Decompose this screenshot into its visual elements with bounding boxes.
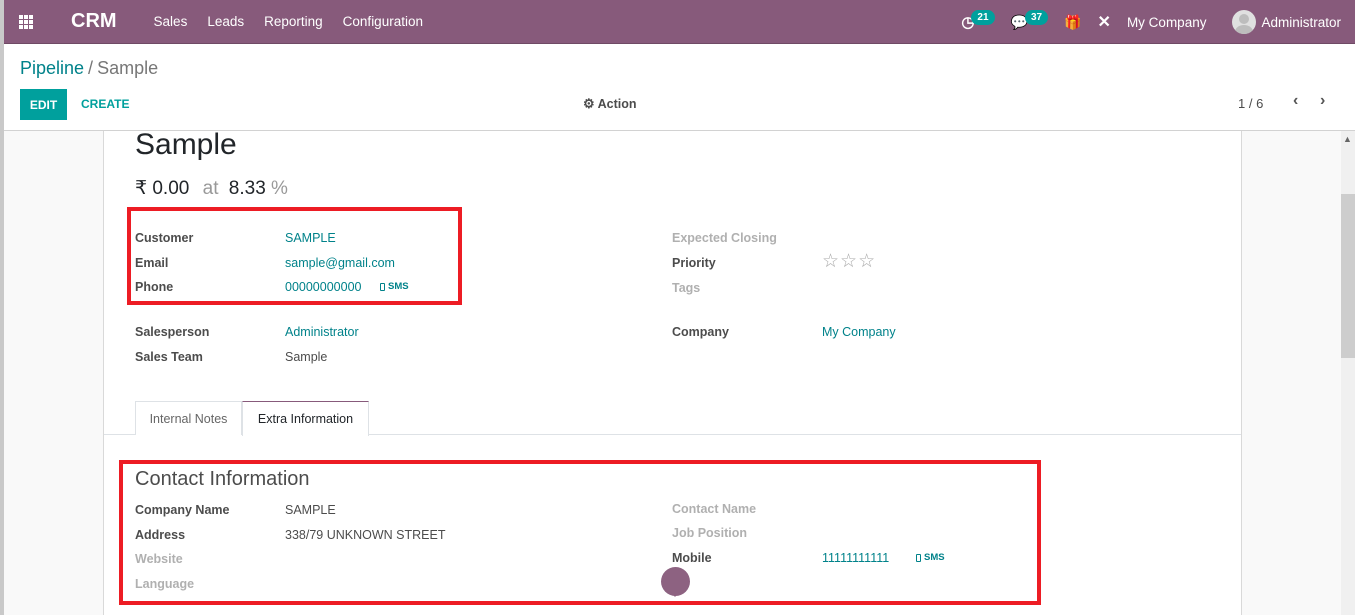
- tab-internal-notes[interactable]: Internal Notes: [135, 401, 242, 435]
- messages-button[interactable]: 💬 37: [1011, 9, 1049, 31]
- gift-button[interactable]: 🎁: [1064, 14, 1081, 31]
- priority-label: Priority: [672, 256, 716, 270]
- menu-leads[interactable]: Leads: [207, 14, 244, 29]
- sales-team-label: Sales Team: [135, 350, 203, 364]
- menu-configuration[interactable]: Configuration: [343, 14, 423, 29]
- highlight-box-customer: [127, 207, 462, 305]
- at-label: at: [202, 178, 219, 199]
- pager-value[interactable]: 1 / 6: [1238, 96, 1263, 111]
- action-label: Action: [597, 97, 637, 111]
- star-icon-1[interactable]: ☆: [822, 251, 840, 272]
- user-menu[interactable]: Administrator: [1232, 10, 1341, 34]
- activities-button[interactable]: ◷ 21: [961, 9, 995, 31]
- highlight-box-contact: [119, 460, 1041, 605]
- create-button[interactable]: CREATE: [81, 97, 129, 111]
- gift-icon: 🎁: [1064, 13, 1082, 30]
- breadcrumb-current: Sample: [97, 58, 159, 78]
- sales-team-value: Sample: [285, 350, 328, 364]
- breadcrumb: Pipeline / Sample: [20, 58, 158, 79]
- breadcrumb-separator: /: [88, 58, 94, 78]
- pager-next-button[interactable]: ›: [1320, 92, 1325, 110]
- action-dropdown[interactable]: ⚙ Action: [583, 96, 637, 112]
- cursor-marker: [661, 567, 690, 597]
- menu-sales[interactable]: Sales: [154, 14, 188, 29]
- salesperson-label: Salesperson: [135, 325, 210, 339]
- app-brand[interactable]: CRM: [71, 10, 117, 33]
- salesperson-link[interactable]: Administrator: [285, 325, 359, 339]
- gear-icon: ⚙: [583, 96, 595, 111]
- scrollbar-thumb[interactable]: [1341, 194, 1355, 358]
- tags-label: Tags: [672, 281, 701, 295]
- expected-revenue: ₹ 0.00: [135, 178, 190, 199]
- edit-button[interactable]: EDIT: [20, 89, 67, 120]
- top-navbar: CRM Sales Leads Reporting Configuration …: [4, 0, 1355, 44]
- control-panel: Pipeline / Sample EDIT CREATE ⚙ Action 1 /…: [4, 44, 1355, 131]
- company-link[interactable]: My Company: [822, 325, 896, 339]
- probability-value: 8.33: [228, 178, 266, 199]
- pager-previous-button[interactable]: ‹: [1293, 92, 1298, 110]
- vertical-scrollbar[interactable]: ▲: [1341, 131, 1355, 615]
- expected-closing-label: Expected Closing: [672, 231, 777, 245]
- company-switcher[interactable]: My Company: [1127, 15, 1207, 30]
- star-icon-2[interactable]: ☆: [840, 251, 858, 272]
- priority-stars: ☆☆☆: [822, 250, 876, 273]
- record-title: Sample: [135, 128, 237, 161]
- debug-tools-button[interactable]: ✕: [1098, 12, 1111, 32]
- message-count-badge: 37: [1024, 9, 1049, 25]
- user-name: Administrator: [1261, 14, 1341, 30]
- breadcrumb-pipeline[interactable]: Pipeline: [20, 58, 84, 78]
- menu-reporting[interactable]: Reporting: [264, 14, 323, 29]
- apps-menu-icon[interactable]: [19, 14, 35, 29]
- activity-count-badge: 21: [971, 9, 995, 25]
- tab-extra-information[interactable]: Extra Information: [242, 401, 369, 436]
- scroll-up-arrow-icon[interactable]: ▲: [1343, 134, 1352, 144]
- user-avatar: [1232, 10, 1257, 34]
- star-icon-3[interactable]: ☆: [858, 251, 876, 272]
- tools-icon: ✕: [1097, 14, 1111, 31]
- expected-revenue-line: ₹ 0.00 at 8.33 %: [135, 177, 288, 200]
- percent-sign: %: [271, 178, 288, 199]
- company-label: Company: [672, 325, 729, 339]
